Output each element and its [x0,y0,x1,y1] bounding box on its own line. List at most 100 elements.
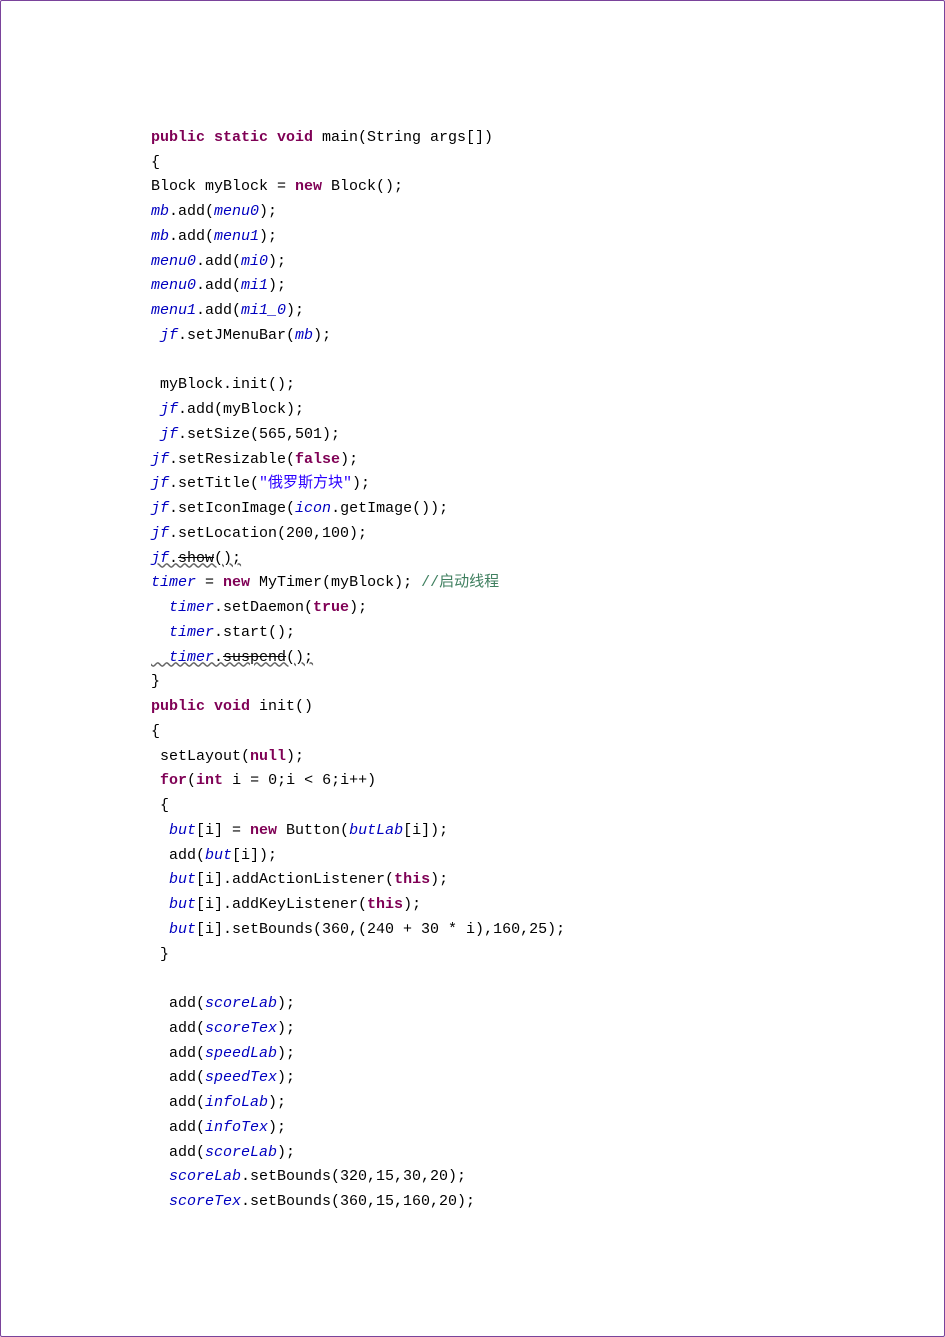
kw-this: this [394,871,430,888]
txt: ); [277,1045,295,1062]
ref-scorelab: scoreLab [205,1144,277,1161]
ref-speedlab: speedLab [205,1045,277,1062]
txt: setLayout( [151,748,250,765]
ref-timer: timer [151,624,214,641]
txt: (); [214,550,241,567]
txt: . [214,649,223,666]
txt: add( [151,847,205,864]
brace-open: { [151,797,169,814]
txt: ); [259,228,277,245]
ref-but: but [151,822,196,839]
txt: ); [277,1020,295,1037]
kw-new: new [250,822,277,839]
ref-jf: jf [151,525,169,542]
txt: .setTitle( [169,475,259,492]
txt: add( [151,1069,205,1086]
ref-mi1-0: mi1_0 [241,302,286,319]
txt: ); [277,1069,295,1086]
deprecated-suspend: suspend [223,649,286,666]
ref-jf: jf [151,451,169,468]
ref-menu1: menu1 [151,302,196,319]
txt: add( [151,1094,205,1111]
txt: .add( [169,203,214,220]
txt: . [169,550,178,567]
ref-speedtex: speedTex [205,1069,277,1086]
ref-scorelab: scoreLab [205,995,277,1012]
ref-scorelab: scoreLab [151,1168,241,1185]
init-sig: init() [250,698,313,715]
txt: = [196,574,223,591]
kw-for: for [160,772,187,789]
ref-jf: jf [151,327,178,344]
ref-menu0: menu0 [151,277,196,294]
txt: .add(myBlock); [178,401,304,418]
ref-timer: timer [151,574,196,591]
txt: Block myBlock = [151,178,295,195]
txt: ); [430,871,448,888]
ref-mb: mb [295,327,313,344]
txt: add( [151,1020,205,1037]
txt: ); [268,1119,286,1136]
kw-new: new [295,178,322,195]
txt: (); [286,649,313,666]
txt: add( [151,1144,205,1161]
code-block: public static void main(String args[]) {… [151,101,804,1215]
txt: .setBounds(320,15,30,20); [241,1168,466,1185]
txt: ); [286,748,304,765]
txt: .add( [196,253,241,270]
code-page: public static void main(String args[]) {… [0,0,945,1337]
ref-scoretex: scoreTex [205,1020,277,1037]
txt: add( [151,1119,205,1136]
ref-timer: timer [151,599,214,616]
kw-new: new [223,574,250,591]
ref-menu1: menu1 [214,228,259,245]
string-literal: "俄罗斯方块" [259,475,352,492]
ref-jf: jf [151,475,169,492]
txt: .setResizable( [169,451,295,468]
txt: Button( [277,822,349,839]
txt: [i]); [232,847,277,864]
ref-infolab: infoLab [205,1094,268,1111]
txt: [i].addKeyListener( [196,896,367,913]
txt: .setDaemon( [214,599,313,616]
kw-public-void: public void [151,698,250,715]
kw-null: null [250,748,286,765]
kw-int: int [196,772,223,789]
ref-but: but [151,871,196,888]
txt: ); [286,302,304,319]
txt: ); [268,277,286,294]
kw-public-static-void: public static void [151,129,313,146]
ref-mb: mb [151,228,169,245]
ref-jf: jf [151,426,178,443]
txt: .add( [196,302,241,319]
comment: //启动线程 [421,574,499,591]
txt: ); [403,896,421,913]
kw-false: false [295,451,340,468]
txt [151,772,160,789]
txt: ); [340,451,358,468]
deprecated-show: show [178,550,214,567]
txt: i = 0;i < 6;i++) [223,772,376,789]
txt: .setJMenuBar( [178,327,295,344]
ref-butlab: butLab [349,822,403,839]
ref-mi0: mi0 [241,253,268,270]
ref-mi1: mi1 [241,277,268,294]
txt: .setBounds(360,15,160,20); [241,1193,475,1210]
txt: .getImage()); [331,500,448,517]
txt: ); [277,1144,295,1161]
ref-infotex: infoTex [205,1119,268,1136]
txt: .start(); [214,624,295,641]
ref-jf: jf [151,550,169,567]
main-sig: main(String args[]) [313,129,493,146]
txt: ); [259,203,277,220]
txt: ( [187,772,196,789]
ref-but: but [151,896,196,913]
brace-open: { [151,154,160,171]
txt: ); [268,253,286,270]
txt: Block(); [322,178,403,195]
txt: [i] = [196,822,250,839]
txt: .add( [196,277,241,294]
kw-this: this [367,896,403,913]
txt: [i].setBounds(360,(240 + 30 * i),160,25)… [196,921,565,938]
ref-menu0: menu0 [151,253,196,270]
